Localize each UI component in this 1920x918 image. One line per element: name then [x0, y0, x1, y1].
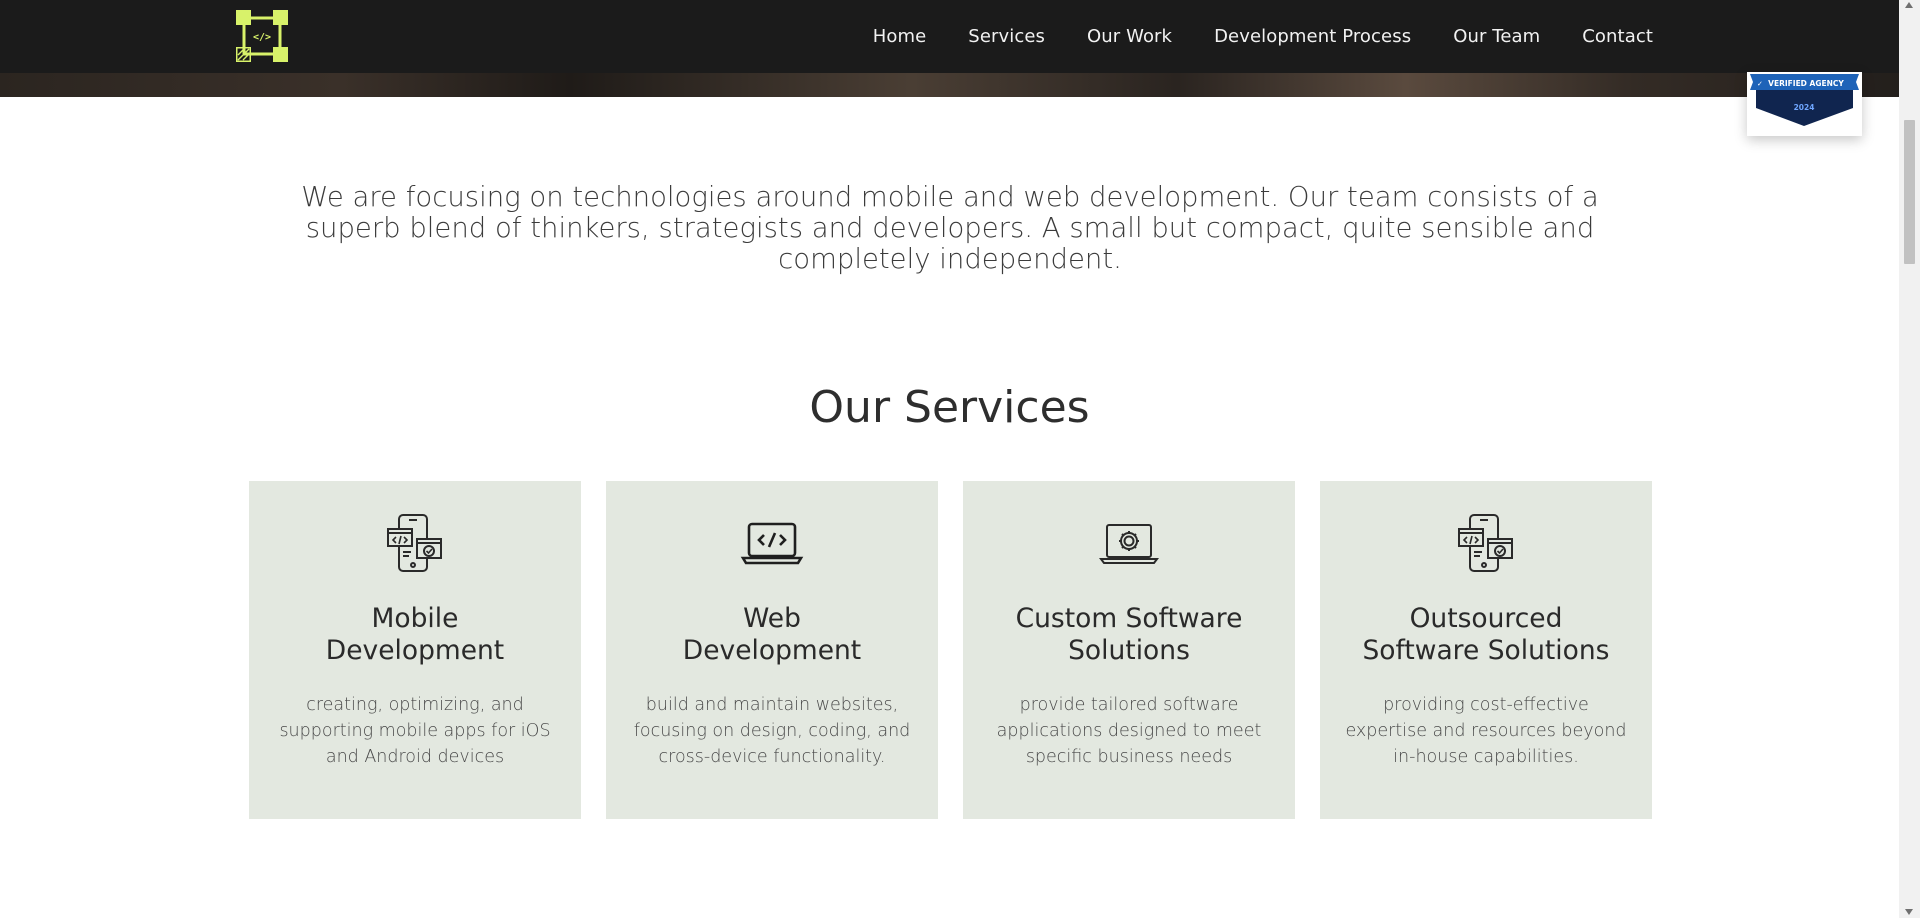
nav-our-team-link[interactable]: Our Team	[1453, 26, 1540, 47]
service-card-title: Outsourced Software Solutions	[1362, 603, 1610, 666]
badge-label: VERIFIED AGENCY	[1768, 79, 1844, 88]
mobile-code-icon	[1454, 511, 1518, 575]
service-card-custom-software-solutions[interactable]: Custom Software Solutions provide tailor…	[963, 481, 1295, 819]
service-card-description: build and maintain websites, focusing on…	[633, 695, 911, 767]
service-card-title: Mobile Development	[325, 603, 505, 666]
service-card-description: creating, optimizing, and supporting mob…	[279, 695, 551, 767]
page-scrollbar[interactable]	[1899, 0, 1920, 918]
main-menu: Home Services Our Work Development Proce…	[831, 0, 1653, 73]
mobile-code-icon	[383, 511, 447, 575]
code-brackets-logo-icon[interactable]: </>	[236, 10, 288, 62]
nav-services-link[interactable]: Services	[968, 26, 1045, 47]
nav-development-process-link[interactable]: Development Process	[1214, 26, 1411, 47]
scroll-down-arrow-icon[interactable]	[1905, 909, 1913, 915]
verified-agency-badge[interactable]: ✓ VERIFIED AGENCY 2024	[1747, 72, 1862, 136]
scrollbar-thumb[interactable]	[1904, 120, 1915, 264]
laptop-code-icon	[740, 511, 804, 575]
scroll-up-arrow-icon[interactable]	[1905, 2, 1913, 8]
service-card-mobile-development[interactable]: Mobile Development creating, optimizing,…	[249, 481, 581, 819]
nav-home-link[interactable]: Home	[873, 26, 927, 47]
services-heading: Our Services	[809, 382, 1090, 433]
top-navigation-bar: </> Home Services Our Work Development P…	[0, 0, 1899, 73]
service-card-description: provide tailored software applications d…	[996, 695, 1262, 767]
nav-our-work-link[interactable]: Our Work	[1087, 26, 1172, 47]
intro-paragraph: We are focusing on technologies around m…	[301, 181, 1599, 275]
service-card-title: Web Development	[682, 603, 862, 666]
service-card-web-development[interactable]: Web Development build and maintain websi…	[606, 481, 938, 819]
service-card-outsourced-software-solutions[interactable]: Outsourced Software Solutions providing …	[1320, 481, 1652, 819]
services-card-grid: Mobile Development creating, optimizing,…	[249, 481, 1652, 819]
laptop-gear-icon	[1097, 511, 1161, 575]
svg-text:</>: </>	[253, 32, 271, 43]
service-card-description: providing cost-effective expertise and r…	[1345, 695, 1627, 767]
nav-contact-link[interactable]: Contact	[1582, 26, 1653, 47]
svg-text:✓: ✓	[1757, 80, 1763, 88]
service-card-title: Custom Software Solutions	[1015, 603, 1243, 666]
badge-year: 2024	[1794, 103, 1815, 112]
